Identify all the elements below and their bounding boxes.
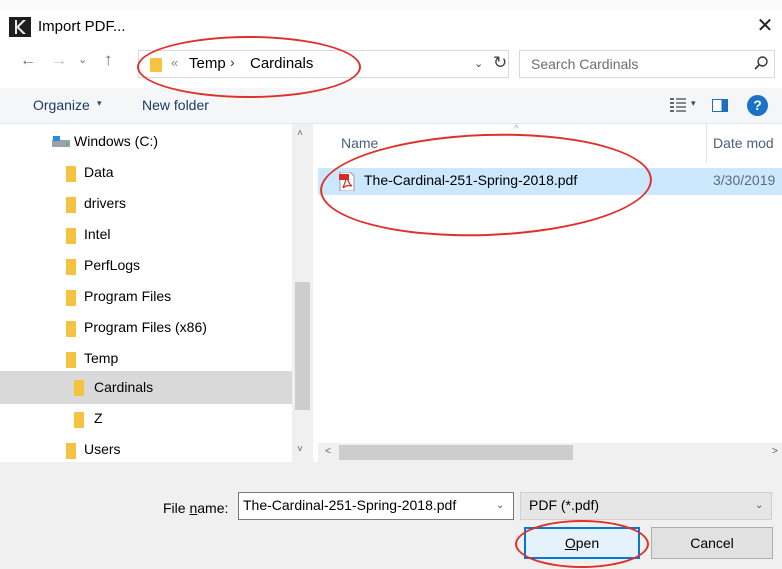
nav-item-program-files-x86[interactable]: Program Files (x86) (0, 313, 292, 344)
nav-item-label: Cardinals (94, 379, 154, 395)
title-bar: Import PDF... ✕ (0, 10, 782, 44)
search-icon[interactable] (753, 55, 769, 71)
sort-arrow-icon: ^ (514, 124, 519, 135)
up-button[interactable]: ↑ (104, 50, 113, 70)
file-name-value: The-Cardinal-251-Spring-2018.pdf (243, 497, 457, 513)
open-button-accel: O (564, 535, 576, 551)
scroll-left-icon[interactable]: < (325, 446, 331, 457)
chevron-down-icon[interactable]: ⌄ (496, 500, 504, 511)
pdf-icon (339, 172, 355, 191)
nav-item-label: Program Files (x86) (84, 319, 207, 335)
nav-item-label: Users (84, 441, 121, 457)
folder-icon (66, 228, 76, 244)
file-name: The-Cardinal-251-Spring-2018.pdf (364, 172, 578, 188)
nav-item-label: Z (94, 410, 103, 426)
search-input[interactable]: Search Cardinals (519, 50, 775, 78)
search-placeholder: Search Cardinals (531, 56, 639, 72)
view-caret-icon[interactable]: ▾ (691, 98, 696, 109)
folder-icon (66, 443, 76, 459)
nav-item-windows-c[interactable]: Windows (C:) (0, 127, 292, 158)
horizontal-scrollbar[interactable]: < > (318, 443, 782, 462)
address-bar[interactable]: « Temp › Cardinals ⌄ ↻ (138, 50, 509, 78)
open-button[interactable]: Open (524, 527, 640, 559)
file-name-label-part: ame: (197, 500, 229, 516)
file-list[interactable]: ^ Name Date mod The-Cardinal-251-Spring-… (318, 124, 782, 462)
close-button[interactable]: ✕ (748, 12, 782, 42)
scroll-thumb[interactable] (295, 282, 310, 410)
drive-icon (52, 136, 70, 147)
new-folder-button[interactable]: New folder (142, 97, 209, 113)
nav-item-drivers[interactable]: drivers (0, 189, 292, 220)
scroll-down-icon[interactable]: ˅ (297, 444, 303, 455)
file-date-modified: 3/30/2019 (713, 172, 776, 188)
breadcrumb-overflow-icon[interactable]: « (171, 55, 178, 70)
nav-item-perflogs[interactable]: PerfLogs (0, 251, 292, 282)
file-name-field[interactable]: The-Cardinal-251-Spring-2018.pdf ⌄ (238, 492, 514, 520)
folder-icon (150, 58, 162, 72)
back-button[interactable]: ← (20, 52, 36, 70)
nav-scrollbar[interactable]: ˄ ˅ (292, 124, 313, 462)
column-header-name[interactable]: Name (341, 135, 378, 151)
forward-button[interactable]: → (51, 52, 67, 70)
folder-icon (66, 321, 76, 337)
help-icon[interactable]: ? (747, 95, 768, 116)
window-title: Import PDF... (38, 18, 126, 35)
file-name-label: File name: (163, 500, 228, 516)
file-name-label-part: File (163, 500, 190, 516)
navigation-pane[interactable]: Windows (C:) Data drivers Intel PerfLogs… (0, 124, 313, 462)
folder-icon (74, 412, 84, 428)
column-header-date-modified[interactable]: Date mod (713, 135, 774, 151)
nav-item-label: Temp (84, 350, 119, 366)
folder-icon (66, 166, 76, 182)
nav-item-cardinals[interactable]: Cardinals (0, 371, 292, 404)
nav-item-z[interactable]: Z (0, 404, 292, 435)
nav-item-label: Intel (84, 226, 111, 242)
organize-button[interactable]: Organize (33, 97, 90, 113)
nav-item-label: Windows (C:) (74, 133, 159, 149)
scroll-up-icon[interactable]: ˄ (297, 128, 303, 139)
bottom-panel: File name: The-Cardinal-251-Spring-2018.… (0, 462, 782, 569)
app-icon (9, 17, 31, 37)
recent-locations-chevron-icon[interactable]: ⌄ (78, 53, 87, 66)
nav-item-program-files[interactable]: Program Files (0, 282, 292, 313)
view-options-icon[interactable] (670, 98, 686, 112)
file-type-select[interactable]: PDF (*.pdf) ⌄ (520, 492, 772, 520)
command-bar: Organize ▾ New folder ▾ ? (0, 88, 782, 124)
breadcrumb-cardinals[interactable]: Cardinals (250, 55, 313, 72)
address-row: ← → ⌄ ↑ « Temp › Cardinals ⌄ ↻ Search Ca… (0, 44, 782, 82)
preview-pane-icon[interactable] (712, 99, 728, 112)
nav-item-label: drivers (84, 195, 127, 211)
breadcrumb-temp[interactable]: Temp (189, 55, 226, 72)
file-type-value: PDF (*.pdf) (529, 497, 600, 513)
folder-icon (66, 352, 76, 368)
scroll-thumb[interactable] (339, 445, 573, 460)
folder-icon (66, 290, 76, 306)
nav-item-label: PerfLogs (84, 257, 141, 273)
nav-item-data[interactable]: Data (0, 158, 292, 189)
chevron-down-icon[interactable]: ⌄ (755, 500, 763, 511)
nav-item-label: Program Files (84, 288, 172, 304)
cancel-button[interactable]: Cancel (651, 527, 773, 559)
scroll-right-icon[interactable]: > (772, 446, 778, 457)
folder-icon (66, 197, 76, 213)
folder-icon (74, 380, 84, 396)
file-row[interactable]: The-Cardinal-251-Spring-2018.pdf 3/30/20… (318, 168, 782, 195)
nav-item-label: Data (84, 164, 114, 180)
nav-item-intel[interactable]: Intel (0, 220, 292, 251)
open-button-label: pen (575, 535, 600, 551)
refresh-icon[interactable]: ↻ (493, 53, 507, 73)
organize-caret-icon[interactable]: ▾ (97, 98, 102, 109)
top-strip (0, 0, 782, 10)
column-divider[interactable] (706, 124, 707, 162)
folder-icon (66, 259, 76, 275)
breadcrumb-chevron-icon[interactable]: › (230, 54, 235, 70)
address-dropdown-icon[interactable]: ⌄ (474, 57, 483, 70)
